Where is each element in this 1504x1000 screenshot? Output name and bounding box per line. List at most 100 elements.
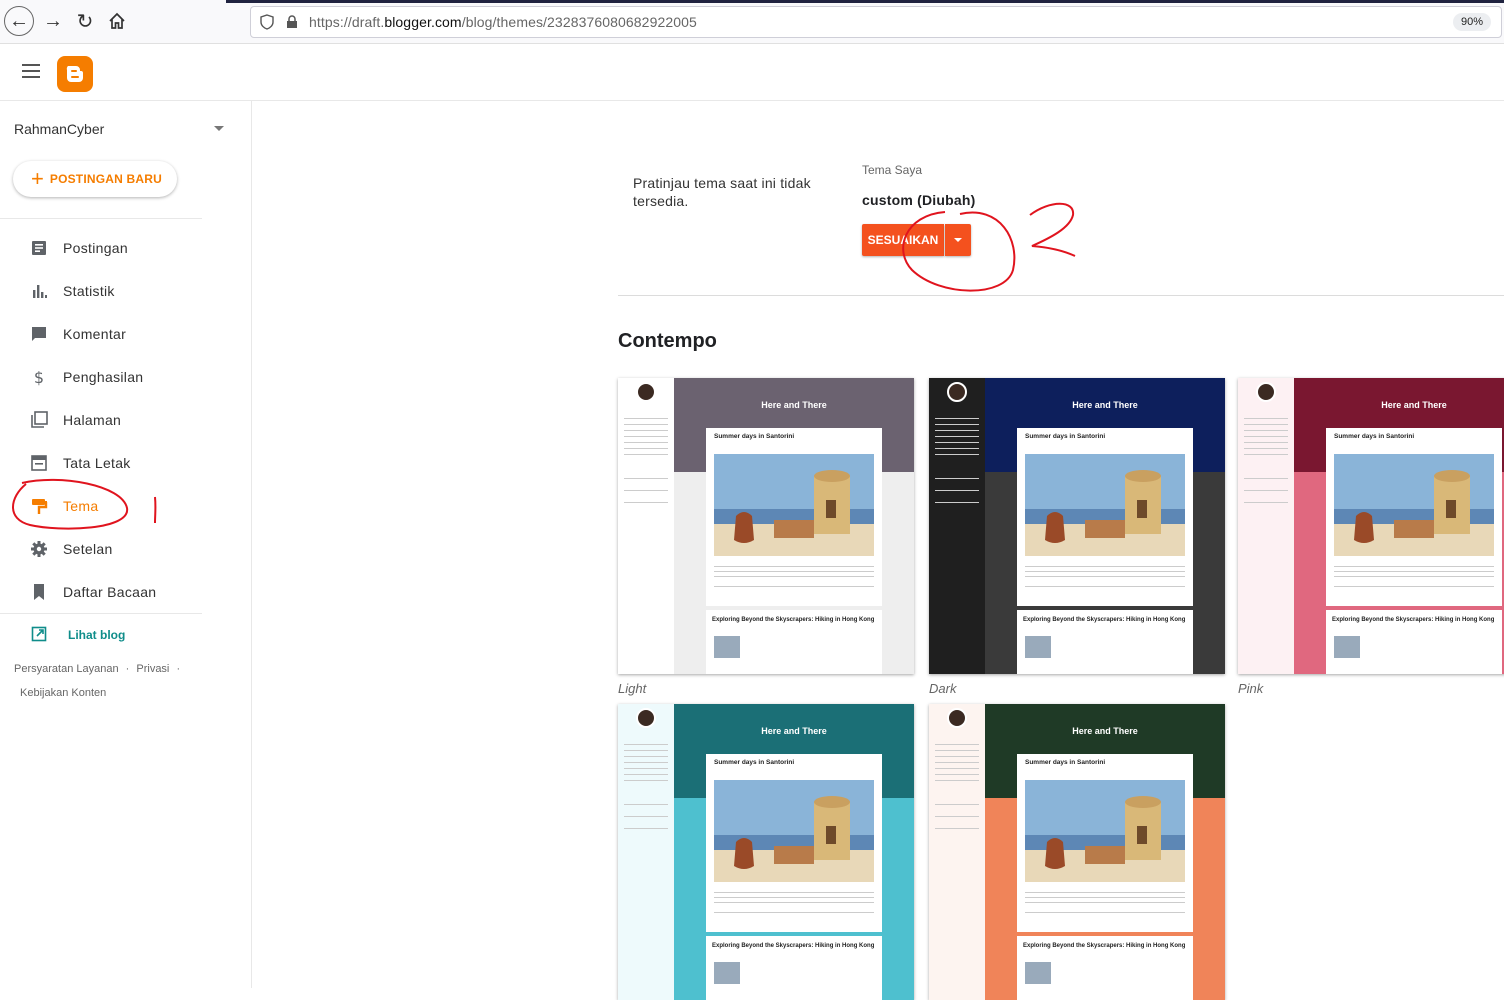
theme-variant-caption: Pink — [1238, 681, 1263, 696]
thumb-post-photo — [1025, 780, 1185, 882]
sidebar-item-label: Statistik — [63, 283, 115, 299]
avatar — [947, 708, 967, 728]
thumb-post-card: Summer days in Santorini — [706, 428, 882, 606]
sidebar-item-label: Tema — [63, 498, 98, 514]
new-post-label: POSTINGAN BARU — [50, 172, 162, 186]
comments-icon — [30, 325, 48, 343]
thumb-post-photo — [714, 636, 740, 658]
customize-dropdown-button[interactable] — [945, 224, 971, 256]
thumb-post-title: Summer days in Santorini — [1025, 433, 1105, 440]
thumb-sidebar — [929, 378, 985, 674]
tab-strip — [226, 0, 1504, 3]
avatar — [636, 382, 656, 402]
thumb-post-title: Exploring Beyond the Skyscrapers: Hiking… — [712, 616, 876, 624]
new-post-button[interactable]: + POSTINGAN BARU — [13, 161, 177, 197]
tracking-shield-icon[interactable] — [259, 14, 275, 30]
thumb-post-card: Summer days in Santorini — [1017, 754, 1193, 932]
lock-icon[interactable] — [285, 15, 299, 29]
chevron-down-icon — [954, 238, 962, 242]
thumb-post-card: Summer days in Santorini — [1326, 428, 1502, 606]
sidebar-item-halaman[interactable]: Halaman — [0, 400, 240, 440]
sidebar: RahmanCyber + POSTINGAN BARU Postingan S… — [0, 101, 252, 988]
thumb-post-card: Exploring Beyond the Skyscrapers: Hiking… — [706, 610, 882, 674]
stats-icon — [30, 282, 48, 300]
zoom-level-badge[interactable]: 90% — [1453, 13, 1491, 31]
thumb-hero-title: Here and There — [674, 400, 914, 410]
thumb-post-title: Summer days in Santorini — [1025, 759, 1105, 766]
gear-icon — [30, 540, 48, 558]
url-text[interactable]: https://draft.blogger.com/blog/themes/23… — [309, 14, 697, 30]
thumb-sidebar — [618, 378, 674, 674]
section-divider — [618, 295, 1504, 296]
theme-family-title: Contempo — [618, 330, 717, 353]
sidebar-item-label: Daftar Bacaan — [63, 584, 156, 600]
thumb-post-photo — [1025, 636, 1051, 658]
sidebar-item-statistik[interactable]: Statistik — [0, 271, 240, 311]
avatar — [636, 708, 656, 728]
forward-icon[interactable]: → — [38, 6, 68, 36]
customize-button[interactable]: SESUAIKAN — [862, 224, 944, 256]
sidebar-item-postingan[interactable]: Postingan — [0, 228, 240, 268]
thumb-post-title: Exploring Beyond the Skyscrapers: Hiking… — [1023, 616, 1187, 624]
thumb-post-photo — [1334, 636, 1360, 658]
menu-icon[interactable] — [22, 64, 40, 78]
thumb-post-card: Exploring Beyond the Skyscrapers: Hiking… — [1017, 610, 1193, 674]
thumb-post-photo — [714, 780, 874, 882]
home-icon[interactable] — [102, 6, 132, 36]
thumb-post-card: Summer days in Santorini — [706, 754, 882, 932]
view-blog-link[interactable]: Lihat blog — [0, 623, 240, 647]
thumb-post-title: Exploring Beyond the Skyscrapers: Hiking… — [712, 942, 876, 950]
avatar — [947, 382, 967, 402]
sidebar-item-label: Halaman — [63, 412, 121, 428]
sidebar-item-label: Postingan — [63, 240, 128, 256]
address-bar[interactable]: https://draft.blogger.com/blog/themes/23… — [250, 6, 1502, 38]
sidebar-item-daftar-bacaan[interactable]: Daftar Bacaan — [0, 572, 240, 612]
thumb-post-title: Summer days in Santorini — [1334, 433, 1414, 440]
theme-thumbnail[interactable]: Here and There Summer days in Santorini — [1238, 378, 1504, 674]
thumb-post-title: Summer days in Santorini — [714, 759, 794, 766]
thumb-sidebar — [929, 704, 985, 1000]
sidebar-item-label: Penghasilan — [63, 369, 143, 385]
theme-variant-caption: Light — [618, 681, 646, 696]
thumb-hero-title: Here and There — [674, 726, 914, 736]
posts-icon — [30, 239, 48, 257]
chevron-down-icon[interactable] — [214, 126, 224, 131]
theme-variant-caption: Dark — [929, 681, 956, 696]
thumb-post-photo — [1334, 454, 1494, 556]
terms-link[interactable]: Persyaratan Layanan — [14, 663, 119, 675]
blogger-logo[interactable] — [57, 56, 93, 92]
app-header — [0, 44, 1504, 101]
preview-unavailable-text: Pratinjau tema saat ini tidak tersedia. — [633, 174, 823, 210]
blog-selector[interactable]: RahmanCyber — [14, 121, 104, 137]
thumb-post-title: Exploring Beyond the Skyscrapers: Hiking… — [1023, 942, 1187, 950]
theme-brush-icon — [30, 497, 48, 515]
svg-text:$: $ — [34, 368, 44, 386]
browser-toolbar: ← → ↻ https://draft.blogger.com/blog/the… — [0, 0, 1504, 44]
sidebar-item-tata-letak[interactable]: Tata Letak — [0, 443, 240, 483]
reload-icon[interactable]: ↻ — [70, 6, 100, 36]
thumb-post-card: Exploring Beyond the Skyscrapers: Hiking… — [1017, 936, 1193, 1000]
theme-thumbnail[interactable]: Here and There Summer days in Santorini — [618, 378, 914, 674]
sidebar-divider — [0, 218, 202, 219]
sidebar-item-penghasilan[interactable]: $ Penghasilan — [0, 357, 240, 397]
thumb-hero-title: Here and There — [1294, 400, 1504, 410]
layout-icon — [30, 454, 48, 472]
theme-thumbnail[interactable]: Here and There Summer days in Santorini — [618, 704, 914, 1000]
theme-thumbnail[interactable]: Here and There Summer days in Santorini — [929, 378, 1225, 674]
theme-thumbnail[interactable]: Here and There Summer days in Santorini — [929, 704, 1225, 1000]
back-icon[interactable]: ← — [4, 6, 34, 36]
privacy-link[interactable]: Privasi — [136, 663, 169, 675]
thumb-post-card: Summer days in Santorini — [1017, 428, 1193, 606]
sidebar-item-komentar[interactable]: Komentar — [0, 314, 240, 354]
my-theme-label: Tema Saya — [862, 163, 922, 177]
annotation-mark-2 — [1030, 204, 1075, 256]
sidebar-item-setelan[interactable]: Setelan — [0, 529, 240, 569]
sidebar-item-label: Tata Letak — [63, 455, 131, 471]
thumb-hero-title: Here and There — [985, 400, 1225, 410]
thumb-post-card: Exploring Beyond the Skyscrapers: Hiking… — [706, 936, 882, 1000]
avatar — [1256, 382, 1276, 402]
sidebar-item-tema[interactable]: Tema — [0, 486, 240, 526]
thumb-hero-title: Here and There — [985, 726, 1225, 736]
content-policy-link[interactable]: Kebijakan Konten — [20, 687, 106, 699]
footer-separator: · — [126, 663, 130, 675]
